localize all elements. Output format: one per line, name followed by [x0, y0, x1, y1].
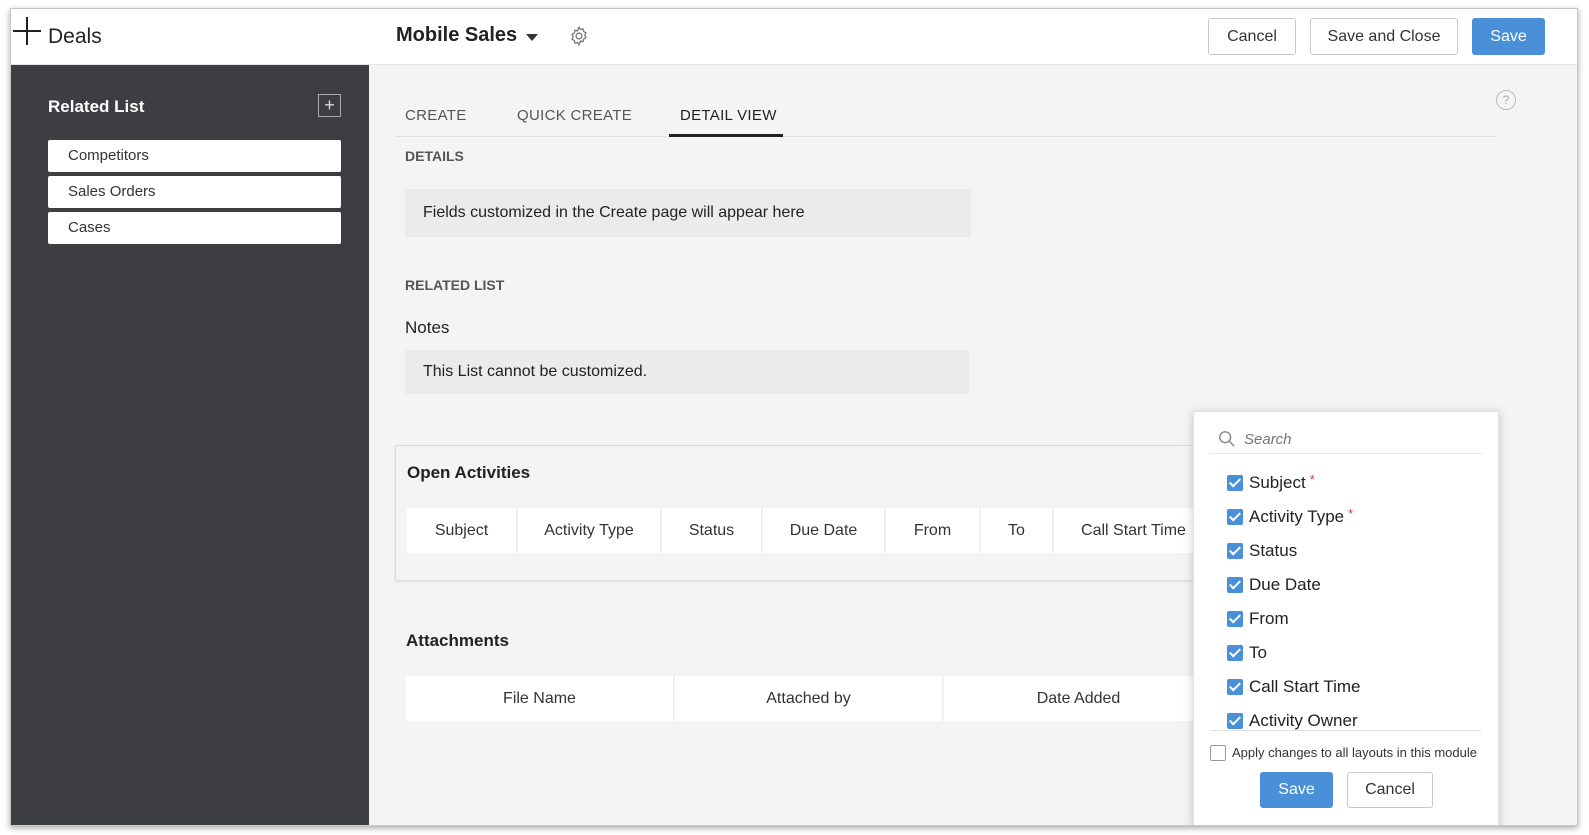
search-icon — [1219, 431, 1235, 447]
tab-create[interactable]: CREATE — [405, 107, 467, 124]
search-row — [1210, 420, 1482, 454]
chevron-down-icon[interactable] — [526, 34, 538, 41]
notes-label: Notes — [405, 318, 450, 337]
option-label: Due Date — [1249, 575, 1321, 594]
details-section-label: DETAILS — [405, 148, 464, 164]
column-header: File Name — [406, 676, 674, 721]
checkbox-checked[interactable] — [1227, 611, 1243, 627]
search-input[interactable] — [1244, 428, 1474, 450]
option-status[interactable]: Status — [1227, 540, 1297, 562]
option-to[interactable]: To — [1227, 642, 1267, 664]
picker-cancel-button[interactable]: Cancel — [1347, 772, 1433, 808]
required-marker: * — [1348, 505, 1354, 521]
checkbox-checked[interactable] — [1227, 713, 1243, 729]
column-header: Date Added — [944, 676, 1214, 721]
picker-save-button[interactable]: Save — [1260, 772, 1333, 808]
checkbox-checked[interactable] — [1227, 475, 1243, 491]
sidebar-item-sales-orders[interactable]: Sales Orders — [48, 176, 341, 208]
divider — [1210, 730, 1482, 731]
apply-all-label: Apply changes to all layouts in this mod… — [1232, 745, 1477, 760]
column-header: To — [981, 508, 1053, 553]
layout-name-dropdown[interactable]: Mobile Sales — [396, 24, 517, 47]
checkbox-checked[interactable] — [1227, 679, 1243, 695]
option-subject[interactable]: Subject * — [1227, 472, 1315, 494]
attachments-card[interactable]: Attachments File Name Attached by Date A… — [395, 625, 1225, 735]
app-window: Deals Mobile Sales Cancel Save and Close… — [10, 8, 1578, 826]
tab-detail-view[interactable]: DETAIL VIEW — [680, 107, 777, 124]
save-and-close-button[interactable]: Save and Close — [1310, 18, 1458, 55]
option-label: Subject — [1249, 473, 1306, 492]
apply-all-checkbox[interactable] — [1210, 745, 1226, 761]
column-picker-panel: Subject * Activity Type * Status Due Dat… — [1193, 411, 1499, 825]
option-label: Call Start Time — [1249, 677, 1361, 696]
option-label: Activity Type — [1249, 507, 1345, 526]
required-marker: * — [1309, 471, 1315, 487]
checkbox-checked[interactable] — [1227, 577, 1243, 593]
related-list-sidebar: Related List + Competitors Sales Orders … — [11, 65, 369, 825]
notes-info: This List cannot be customized. — [405, 350, 969, 394]
column-header: Attached by — [675, 676, 943, 721]
view-tabs: CREATE QUICK CREATE DETAIL VIEW — [395, 93, 1497, 137]
checkbox-checked[interactable] — [1227, 509, 1243, 525]
option-due-date[interactable]: Due Date — [1227, 574, 1321, 596]
help-icon[interactable]: ? — [1496, 90, 1516, 110]
column-header: Subject — [407, 508, 517, 553]
option-label: Activity Owner — [1249, 711, 1358, 730]
sidebar-title: Related List — [48, 97, 145, 116]
checkbox-checked[interactable] — [1227, 645, 1243, 661]
checkbox-checked[interactable] — [1227, 543, 1243, 559]
open-activities-card[interactable]: Open Activities Subject Activity Type St… — [395, 445, 1225, 581]
column-header: Due Date — [763, 508, 885, 553]
option-activity-type[interactable]: Activity Type * — [1227, 506, 1353, 528]
details-info: Fields customized in the Create page wil… — [405, 189, 971, 237]
option-call-start-time[interactable]: Call Start Time — [1227, 676, 1360, 698]
option-from[interactable]: From — [1227, 608, 1289, 630]
option-label: To — [1249, 643, 1267, 662]
attachments-title: Attachments — [406, 631, 509, 650]
plus-icon[interactable]: + — [318, 94, 341, 117]
crosshair-icon — [13, 17, 41, 45]
option-label: From — [1249, 609, 1289, 628]
related-list-section-label: RELATED LIST — [405, 277, 505, 293]
sidebar-item-cases[interactable]: Cases — [48, 212, 341, 244]
tab-quick-create[interactable]: QUICK CREATE — [517, 107, 632, 124]
cancel-button[interactable]: Cancel — [1208, 18, 1296, 55]
save-button[interactable]: Save — [1472, 18, 1545, 55]
top-bar: Deals Mobile Sales Cancel Save and Close… — [11, 9, 1577, 65]
gear-icon[interactable] — [568, 25, 590, 47]
column-header: From — [886, 508, 980, 553]
column-header: Call Start Time — [1054, 508, 1214, 553]
module-title: Deals — [48, 25, 102, 48]
option-label: Status — [1249, 541, 1298, 560]
active-tab-indicator — [669, 134, 783, 137]
open-activities-title: Open Activities — [407, 463, 531, 482]
column-header: Activity Type — [518, 508, 661, 553]
option-activity-owner[interactable]: Activity Owner — [1227, 710, 1358, 732]
column-header: Status — [662, 508, 762, 553]
sidebar-item-competitors[interactable]: Competitors — [48, 140, 341, 172]
